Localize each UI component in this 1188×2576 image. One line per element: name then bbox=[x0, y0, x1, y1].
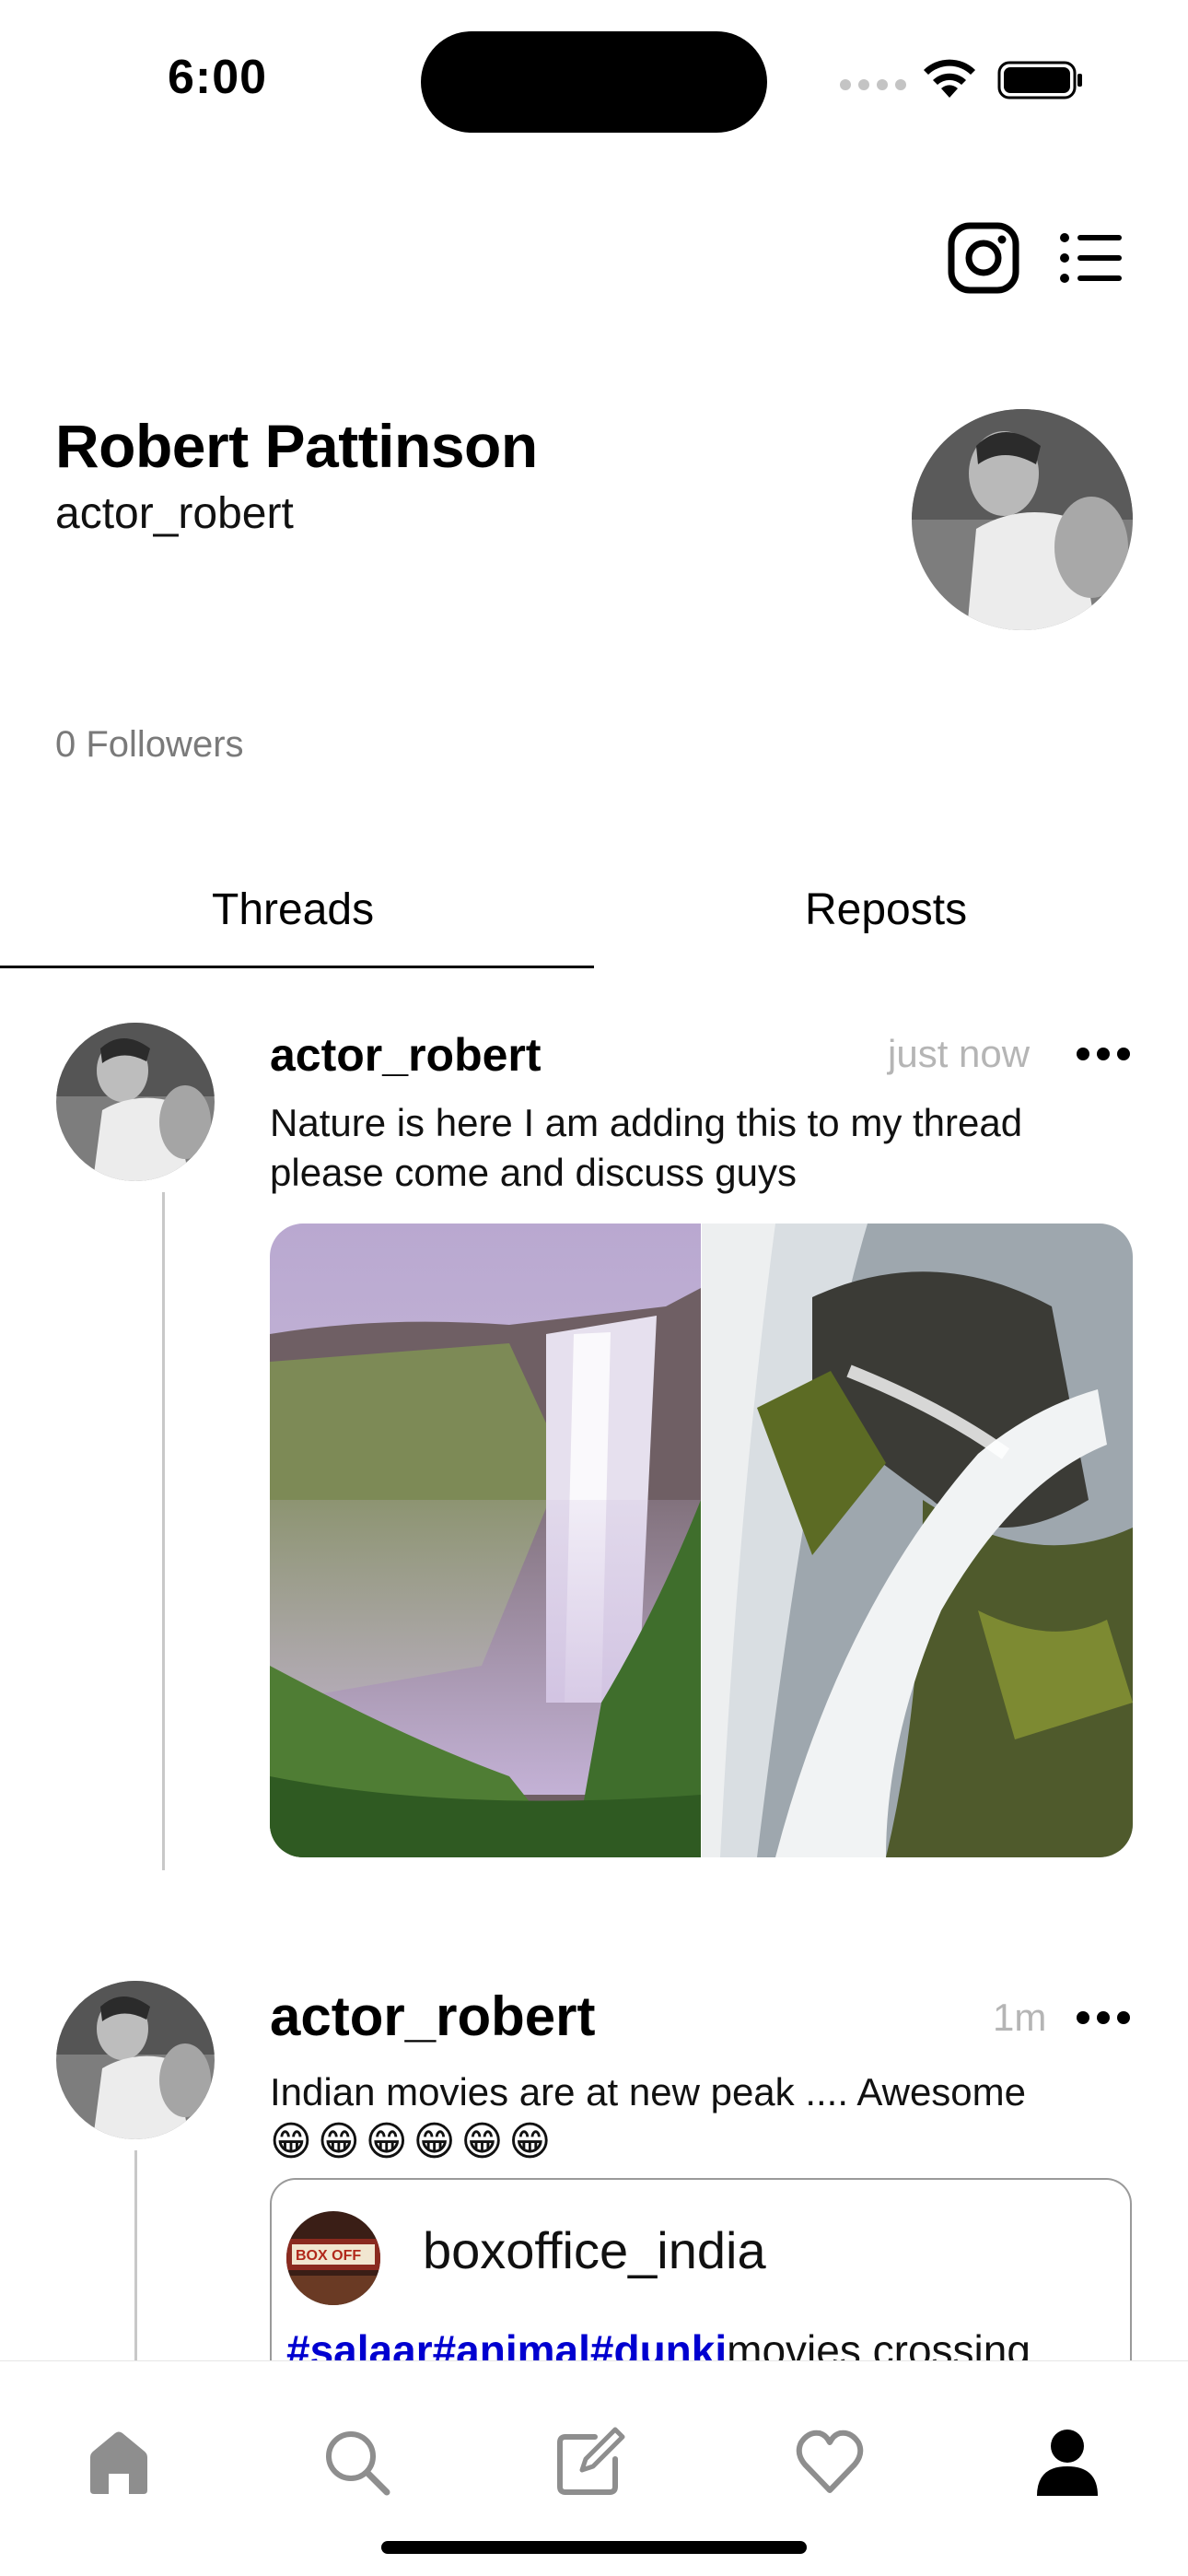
post-emojis: 😁😁😁😁😁😁 bbox=[270, 2119, 557, 2164]
post-text: Indian movies are at new peak .... Aweso… bbox=[270, 2067, 1136, 2167]
thread-line bbox=[134, 2150, 137, 2362]
post-image-waterfall-rocks[interactable] bbox=[702, 1224, 1133, 1857]
profile-handle: actor_robert bbox=[55, 489, 294, 538]
post-timestamp: just now bbox=[888, 1032, 1031, 1075]
wifi-icon bbox=[924, 59, 975, 98]
quoted-post-text: #salaar#animal#dunkimovies crossing bbox=[286, 2325, 1031, 2362]
heart-icon[interactable] bbox=[794, 2426, 866, 2498]
post-avatar[interactable] bbox=[56, 1981, 215, 2139]
home-indicator[interactable] bbox=[381, 2541, 807, 2554]
post-avatar[interactable] bbox=[56, 1023, 215, 1181]
battery-icon bbox=[997, 61, 1082, 100]
quoted-post-username[interactable]: boxoffice_india bbox=[423, 2220, 766, 2280]
tab-threads[interactable]: Threads bbox=[212, 884, 374, 935]
quoted-post-card[interactable]: BOX OFF boxoffice_india #salaar#animal#d… bbox=[270, 2178, 1132, 2362]
status-time: 6:00 bbox=[168, 51, 268, 104]
post-username[interactable]: actor_robert bbox=[270, 1985, 595, 2048]
tab-reposts[interactable]: Reposts bbox=[805, 884, 967, 935]
cellular-signal-icon bbox=[840, 79, 906, 90]
profile-avatar[interactable] bbox=[912, 409, 1133, 630]
menu-icon[interactable] bbox=[1059, 230, 1124, 286]
quoted-post-avatar[interactable]: BOX OFF bbox=[286, 2211, 380, 2305]
post-text: Nature is here I am adding this to my th… bbox=[270, 1101, 1023, 1194]
compose-icon[interactable] bbox=[554, 2426, 626, 2498]
thread-line bbox=[162, 1192, 165, 1870]
post-username[interactable]: actor_robert bbox=[270, 1028, 542, 1082]
post-timestamp: 1m bbox=[993, 1996, 1047, 2039]
dynamic-island bbox=[421, 31, 767, 133]
more-options-icon[interactable] bbox=[1074, 1045, 1133, 1063]
profile-icon[interactable] bbox=[1031, 2426, 1103, 2498]
home-icon[interactable] bbox=[83, 2426, 155, 2498]
search-icon[interactable] bbox=[320, 2426, 392, 2498]
instagram-icon[interactable] bbox=[947, 221, 1020, 295]
hashtag-links[interactable]: #salaar#animal#dunki bbox=[286, 2326, 727, 2362]
post-text-body: Indian movies are at new peak .... Aweso… bbox=[270, 2070, 1027, 2113]
svg-text:BOX OFF: BOX OFF bbox=[296, 2248, 361, 2264]
more-options-icon[interactable] bbox=[1074, 2008, 1133, 2027]
quoted-post-body: movies crossing bbox=[727, 2326, 1031, 2362]
post-image-waterfall-cliff[interactable] bbox=[270, 1224, 701, 1857]
profile-name: Robert Pattinson bbox=[55, 412, 538, 480]
active-tab-indicator bbox=[0, 966, 594, 968]
followers-count[interactable]: 0 Followers bbox=[55, 724, 244, 766]
